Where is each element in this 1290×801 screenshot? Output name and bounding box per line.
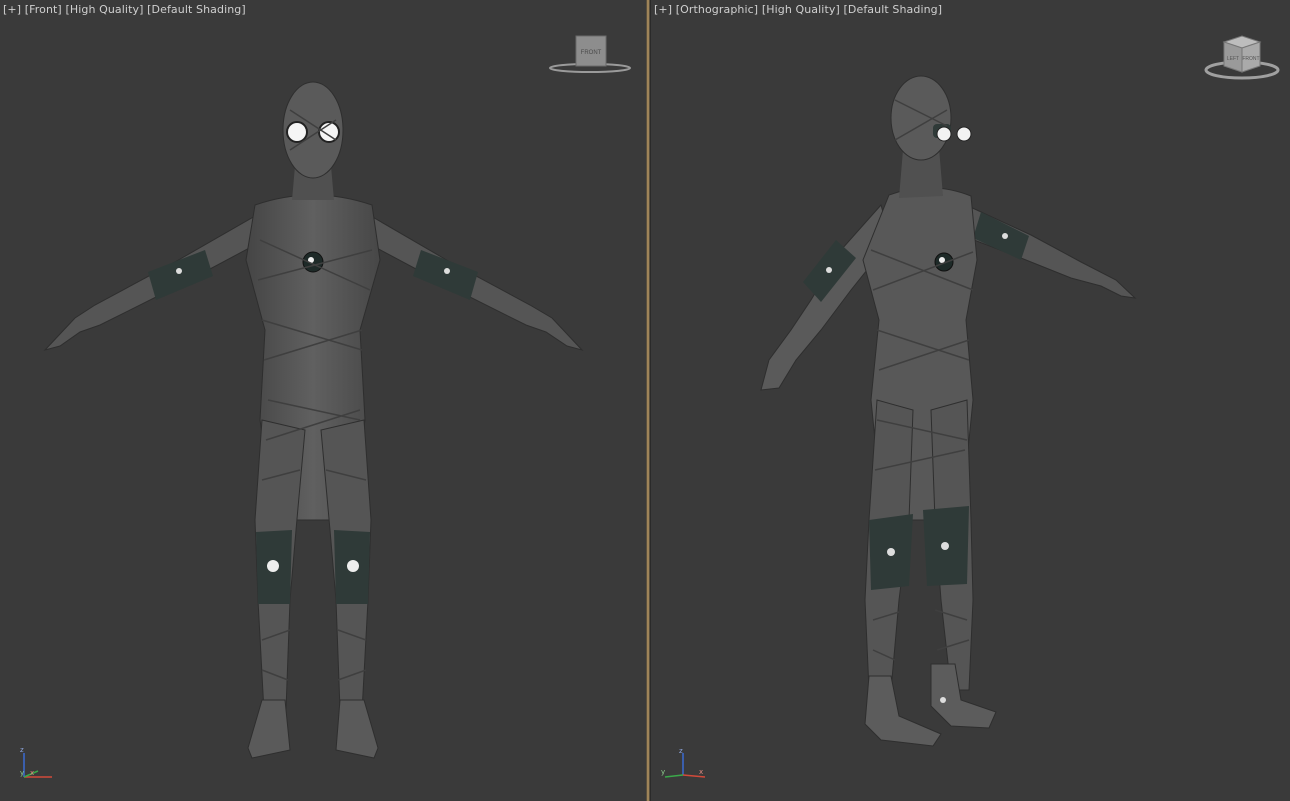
axis-x-label: x	[699, 768, 703, 776]
axis-y-label: y	[661, 768, 665, 776]
axis-z-label: z	[679, 747, 683, 755]
axis-tripod-orthographic: z x y	[661, 747, 706, 778]
axis-y-label: y	[20, 769, 24, 777]
viewport-front[interactable]: [+] [Front] [High Quality] [Default Shad…	[0, 0, 646, 801]
axis-x-label: x	[30, 769, 34, 777]
axis-z-label: z	[20, 747, 24, 754]
viewport-orthographic[interactable]: [+] [Orthographic] [High Quality] [Defau…	[651, 0, 1290, 801]
character-model-front[interactable]	[0, 0, 646, 801]
character-model-orthographic[interactable]	[651, 0, 1290, 801]
viewport-layout: [+] [Front] [High Quality] [Default Shad…	[0, 0, 1290, 801]
axis-tripod-front: z x y	[20, 747, 52, 778]
